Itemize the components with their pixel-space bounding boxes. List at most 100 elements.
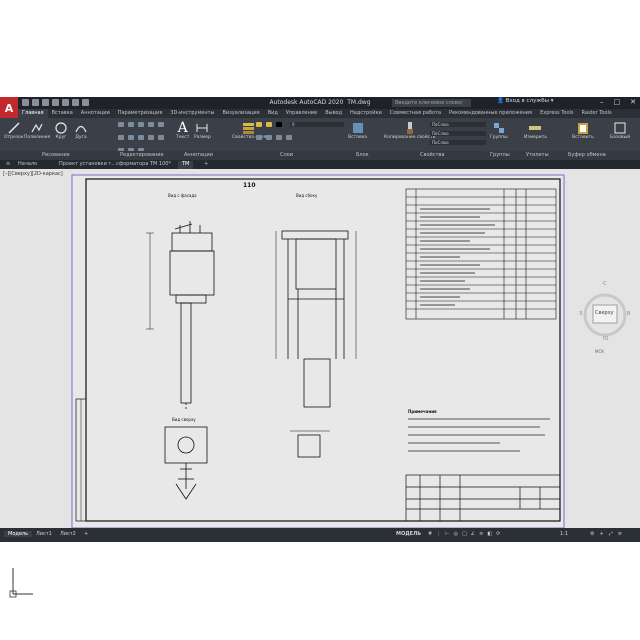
layer-state-icon[interactable] [256,122,262,127]
trim-icon[interactable] [138,122,144,127]
app-name: Autodesk AutoCAD 2020 [269,99,344,106]
fillet-icon[interactable] [118,135,124,140]
tab-parametric[interactable]: Параметризация [114,109,167,118]
tab-addins[interactable]: Надстройки [346,109,386,118]
panel-clipboard[interactable]: Буфер обмена [568,152,606,158]
panel-modify[interactable]: Редактирование [120,152,164,158]
polyline-tool[interactable]: Полилиния [24,121,50,140]
tab-home[interactable]: Главная [18,109,48,118]
drawing-canvas[interactable]: [–][Сверху][2D-каркас] 110 Вид с фасада … [0,169,640,598]
osnap-icon[interactable]: □ [462,531,467,537]
tab-annotate[interactable]: Аннотации [77,109,114,118]
status-toggles: # ⋮ ⊢ ◎ □ ∠ ≡ ◧ ⟳ [428,531,500,537]
tab-collaborate[interactable]: Совместная работа [386,109,445,118]
add-layout-button[interactable]: + [84,531,88,537]
plus-icon[interactable]: + [599,531,603,537]
circle-tool[interactable]: Круг [54,121,68,140]
panel-draw[interactable]: Рисование [42,152,70,158]
group-tool[interactable]: Группы [490,121,508,140]
copy-icon[interactable] [148,122,154,127]
dimension-tool[interactable]: Размер [194,121,211,140]
rotate-icon[interactable] [128,122,134,127]
layer-freeze-icon[interactable] [266,122,272,127]
lineweight-icon[interactable]: ≡ [479,531,483,537]
tab-express-tools[interactable]: Express Tools [536,109,577,118]
mirror-icon[interactable] [158,122,164,127]
new-tab-button[interactable]: + [200,161,212,169]
fullscreen-icon[interactable]: ⤢ [609,531,613,537]
tab-view[interactable]: Вид [264,109,282,118]
circle-label: Круг [55,135,67,140]
menu-icon[interactable]: ≡ [2,161,14,169]
lineweight-dropdown[interactable]: ПоСлою [430,140,486,145]
text-tool[interactable]: A Текст [176,121,189,140]
arc-tool[interactable]: Дуга [74,121,88,140]
base-view-label: Базовый [610,135,631,140]
doc-tab-tm[interactable]: TM [178,161,194,169]
tab-insert[interactable]: Вставка [48,109,77,118]
line-tool[interactable]: Отрезок [4,121,24,140]
tab-model[interactable]: Модель [4,531,33,537]
minimize-icon[interactable]: – [600,98,604,106]
array-icon[interactable] [148,135,154,140]
move-icon[interactable] [118,122,124,127]
measure-tool[interactable]: Измерить [524,121,547,140]
drawing-sheet [71,174,565,528]
erase-icon[interactable] [158,135,164,140]
app-menu-button[interactable]: A [0,97,18,119]
layer-color-icon[interactable] [276,122,282,127]
paste-tool[interactable]: Вставить [572,121,594,140]
close-icon[interactable]: ✕ [630,98,636,106]
panel-utilities[interactable]: Утилиты [526,152,549,158]
arc-label: Дуга [75,135,87,140]
doc-tab-start[interactable]: Начало [14,161,41,169]
layer-iso-icon[interactable] [266,135,272,140]
front-view-label: Вид с фасада [168,193,197,198]
maximize-icon[interactable]: □ [614,98,621,106]
layer-off-icon[interactable] [286,135,292,140]
insert-block-label: Вставка [348,135,368,140]
status-bar: Модель Лист1 Лист2 + МОДЕЛЬ # ⋮ ⊢ ◎ □ ∠ … [0,528,640,542]
tab-manage[interactable]: Управление [282,109,321,118]
base-view-tool[interactable]: Базовый [610,121,630,140]
customize-icon[interactable]: ≡ [618,531,622,537]
panel-properties[interactable]: Свойства [420,152,444,158]
layer-unisolate-icon[interactable] [276,135,282,140]
polar-icon[interactable]: ◎ [454,531,458,537]
match-properties-tool[interactable]: Копирование свойств [384,121,435,140]
scale-icon[interactable] [138,135,144,140]
annotation-scale[interactable]: 1:1 [560,531,568,537]
layer-match-icon[interactable] [256,135,262,140]
stretch-icon[interactable] [128,135,134,140]
tab-output[interactable]: Вывод [321,109,346,118]
layer-dropdown[interactable]: 0 [290,122,344,127]
tab-featured-apps[interactable]: Рекомендованные приложения [445,109,536,118]
color-dropdown[interactable]: ПоСлою [430,122,486,127]
panel-layers[interactable]: Слои [280,152,293,158]
panel-block[interactable]: Блок [356,152,369,158]
file-name: TM.dwg [347,99,371,106]
transparency-icon[interactable]: ◧ [487,531,492,537]
wcs-menu[interactable]: МСК [595,349,604,354]
snap-icon[interactable]: ⋮ [436,531,441,537]
insert-block-tool[interactable]: Вставка [348,121,367,140]
tab-layout2[interactable]: Лист2 [60,531,76,537]
tab-layout1[interactable]: Лист1 [36,531,52,537]
tab-3d-tools[interactable]: 3D-инструменты [166,109,218,118]
search-input[interactable]: Введите ключевое слово/фразу [392,99,471,114]
login-button[interactable]: 👤 Вход в службы ▾ [497,98,554,104]
tab-raster-tools[interactable]: Raster Tools [578,109,616,118]
navcube-top-face[interactable]: Сверху [595,310,614,316]
doc-tab-project[interactable]: Проект установки т...сформатора ТМ 100* [55,161,175,169]
ortho-icon[interactable]: ⊢ [445,531,449,537]
panel-annotation[interactable]: Аннотации [184,152,213,158]
grid-icon[interactable]: # [428,531,432,537]
selection-cycling-icon[interactable]: ⟳ [496,531,500,537]
view-cube[interactable]: С Сверху Ю В З МСК [579,281,633,375]
model-space-button[interactable]: МОДЕЛЬ [396,531,421,537]
linetype-dropdown[interactable]: ПоСлою [430,131,486,136]
tab-visualize[interactable]: Визуализация [218,109,263,118]
panel-groups[interactable]: Группы [490,152,510,158]
otrack-icon[interactable]: ∠ [471,531,475,537]
workspace-gear-icon[interactable]: ⚙ [590,531,594,537]
